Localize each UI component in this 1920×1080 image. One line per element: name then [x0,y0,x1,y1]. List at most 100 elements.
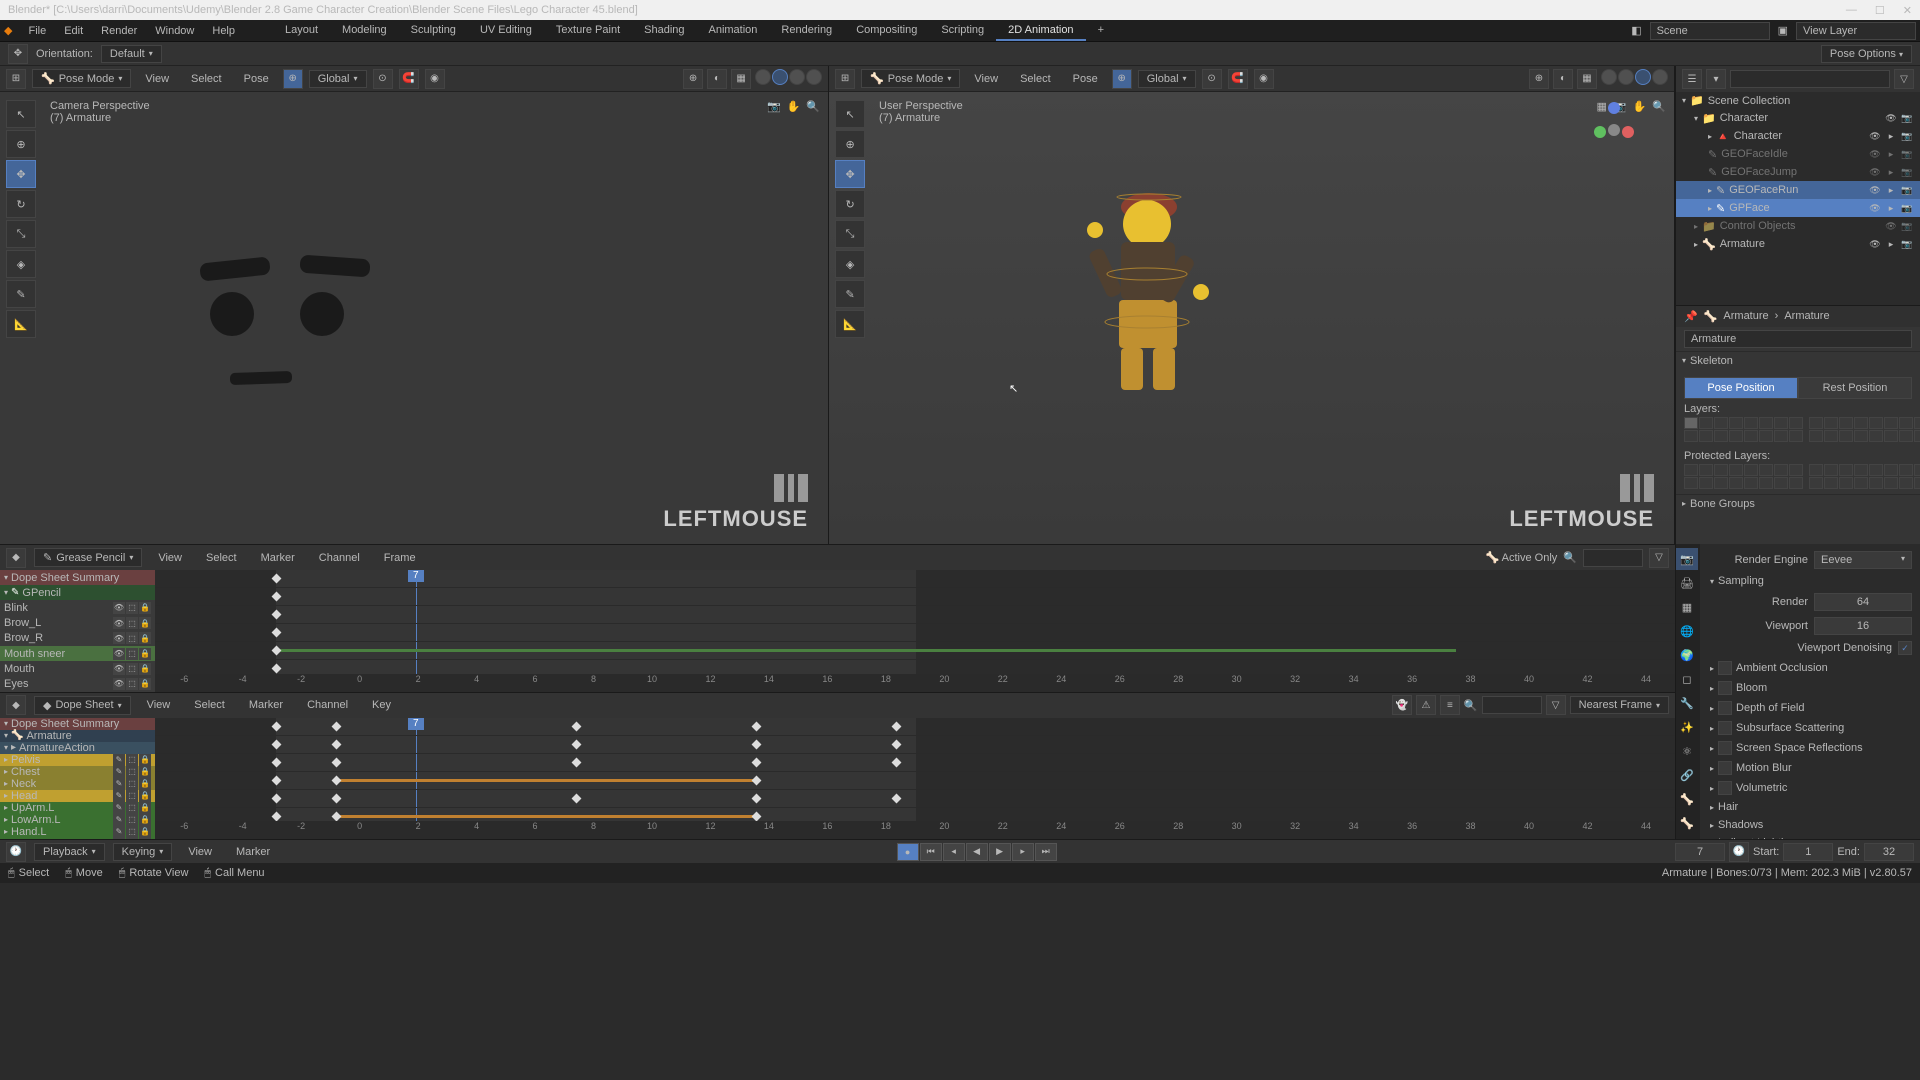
ds-armature-row[interactable]: ▾🦴 Armature [0,730,155,742]
keyframe-prev-icon[interactable]: ◂ [943,843,965,861]
motionblur-panel[interactable]: ▸Motion Blur [1704,758,1916,778]
view-layer-input[interactable] [1796,22,1916,40]
sss-panel[interactable]: ▸Subsurface Scattering [1704,718,1916,738]
play-icon[interactable]: ▶ [989,843,1011,861]
gp-search-input[interactable] [1583,549,1643,567]
outliner-search[interactable] [1730,70,1890,88]
viewport-samples-input[interactable]: 16 [1814,617,1912,635]
jump-start-icon[interactable]: ⏮ [920,843,942,861]
filter-icon-ds[interactable]: ▽ [1546,695,1566,715]
wireframe-shading-icon-r[interactable] [1601,69,1617,85]
bone-channel-row[interactable]: ▸Finger1.L✎⬚🔒 [0,838,155,840]
proportional-icon[interactable]: ◉ [425,69,445,89]
pose-options-dropdown[interactable]: Pose Options ▾ [1821,45,1912,63]
ds-mode-dropdown[interactable]: ◆ Dope Sheet ▾ [34,696,131,715]
camera-view-icon[interactable]: 📷 [767,100,781,113]
armature-layers-grid[interactable] [1684,417,1803,442]
bone-groups-panel-header[interactable]: ▸Bone Groups [1676,495,1920,513]
tool-cursor-r[interactable]: ↖ [835,100,865,128]
gp-mode-dropdown[interactable]: ✎ Grease Pencil ▾ [34,548,142,567]
menu-file[interactable]: File [20,23,54,39]
tool-scale-r[interactable]: ⤡ [835,220,865,248]
bone-channel-row[interactable]: ▸Pelvis✎⬚🔒 [0,754,155,766]
scene-icon[interactable]: ◧ [1631,24,1641,37]
blender-logo-icon[interactable]: ◆ [4,24,12,37]
tab-rendering[interactable]: Rendering [769,21,844,41]
gp-frame-menu[interactable]: Frame [376,550,424,566]
navigation-gizmo[interactable] [1594,102,1634,142]
mode-dropdown-right[interactable]: 🦴 Pose Mode ▾ [861,69,960,88]
transform-orientation-icon-r[interactable]: ⊕ [1112,69,1132,89]
vp-pose-menu[interactable]: Pose [236,71,277,87]
editor-type-icon-gp[interactable]: ◆ [6,548,26,568]
bone-channel-row[interactable]: ▸Neck✎⬚🔒 [0,778,155,790]
tool-transform[interactable]: ◈ [6,250,36,278]
bone-channel-row[interactable]: ▸Chest✎⬚🔒 [0,766,155,778]
preview-range-icon[interactable]: 🕐 [1729,842,1749,862]
sampling-header[interactable]: ▾Sampling [1704,572,1916,590]
gp-layer-row[interactable]: Brow_R👁⬚🔒 [0,631,155,646]
tool-cursor[interactable]: ↖ [6,100,36,128]
vp-select-menu-r[interactable]: Select [1012,71,1059,87]
mode-dropdown-left[interactable]: 🦴 Pose Mode ▾ [32,69,131,88]
solid-shading-icon-r[interactable] [1618,69,1634,85]
tab-layout[interactable]: Layout [273,21,330,41]
ao-panel[interactable]: ▸Ambient Occlusion [1704,658,1916,678]
tool-measure-r[interactable]: 📐 [835,310,865,338]
output-tab-icon[interactable]: 🖨 [1676,572,1698,594]
ds-summary-row[interactable]: ▾Dope Sheet Summary [0,718,155,730]
tab-modeling[interactable]: Modeling [330,21,399,41]
timeline-view-menu[interactable]: View [180,844,220,860]
tab-scripting[interactable]: Scripting [929,21,996,41]
playback-dropdown[interactable]: Playback ▾ [34,843,105,861]
tool-annotate[interactable]: ✎ [6,280,36,308]
vp-view-menu-r[interactable]: View [966,71,1006,87]
render-samples-input[interactable]: 64 [1814,593,1912,611]
tab-uv-editing[interactable]: UV Editing [468,21,544,41]
tab-add-icon[interactable]: + [1086,21,1116,41]
rest-position-button[interactable]: Rest Position [1798,377,1912,399]
tab-animation[interactable]: Animation [697,21,770,41]
scene-name-input[interactable] [1650,22,1770,40]
auto-keyframe-icon[interactable]: ● [897,843,919,861]
volumetric-panel[interactable]: ▸Volumetric [1704,778,1916,798]
close-icon[interactable]: ✕ [1903,4,1912,17]
ds-view-menu[interactable]: View [139,697,179,713]
transform-orientation-icon[interactable]: ⊕ [283,69,303,89]
hair-panel[interactable]: ▸Hair [1704,798,1916,816]
indirect-panel[interactable]: ▸Indirect Lighting [1704,834,1916,839]
gp-layer-row[interactable]: Mouth👁⬚🔒 [0,661,155,676]
show-hidden-icon[interactable]: 👻 [1392,695,1412,715]
outliner-item[interactable]: ✎ GEOFaceJump👁▸📷 [1676,163,1920,181]
proportional-icon-r[interactable]: ◉ [1254,69,1274,89]
snap-icon-r[interactable]: 🧲 [1228,69,1248,89]
tab-texture-paint[interactable]: Texture Paint [544,21,632,41]
outliner-item[interactable]: ▸🔺 Character👁▸📷 [1676,127,1920,145]
summary-icon[interactable]: ≡ [1440,695,1460,715]
gp-channel-menu[interactable]: Channel [311,550,368,566]
start-frame-input[interactable] [1783,843,1833,861]
gp-view-menu[interactable]: View [150,550,190,566]
rendered-shading-icon[interactable] [806,69,822,85]
gp-marker-menu[interactable]: Marker [253,550,303,566]
menu-window[interactable]: Window [147,23,202,39]
outliner-filter-icon[interactable]: ▽ [1894,69,1914,89]
menu-render[interactable]: Render [93,23,145,39]
render-engine-dropdown[interactable]: Eevee ▾ [1814,551,1912,569]
particle-tab-icon[interactable]: ✨ [1676,716,1698,738]
ssr-panel[interactable]: ▸Screen Space Reflections [1704,738,1916,758]
keying-dropdown[interactable]: Keying ▾ [113,843,173,861]
gp-layer-row[interactable]: Mouth sneer👁⬚🔒 [0,646,155,661]
outliner-item[interactable]: ▸✎ GPFace👁▸📷 [1676,199,1920,217]
tool-move[interactable]: ✥ [6,160,36,188]
gp-layer-row[interactable]: Brow_L👁⬚🔒 [0,616,155,631]
transform-orientation-left[interactable]: Global ▾ [309,70,367,88]
minimize-icon[interactable]: — [1846,4,1857,17]
bone-channel-row[interactable]: ▸LowArm.L✎⬚🔒 [0,814,155,826]
snap-icon[interactable]: 🧲 [399,69,419,89]
jump-end-icon[interactable]: ⏭ [1035,843,1057,861]
ds-marker-menu[interactable]: Marker [241,697,291,713]
outliner-item[interactable]: ▸✎ GEOFaceRun👁▸📷 [1676,181,1920,199]
overlay-toggle-icon-r[interactable]: ◐ [1553,69,1573,89]
gizmo-toggle-icon[interactable]: ⊕ [683,69,703,89]
